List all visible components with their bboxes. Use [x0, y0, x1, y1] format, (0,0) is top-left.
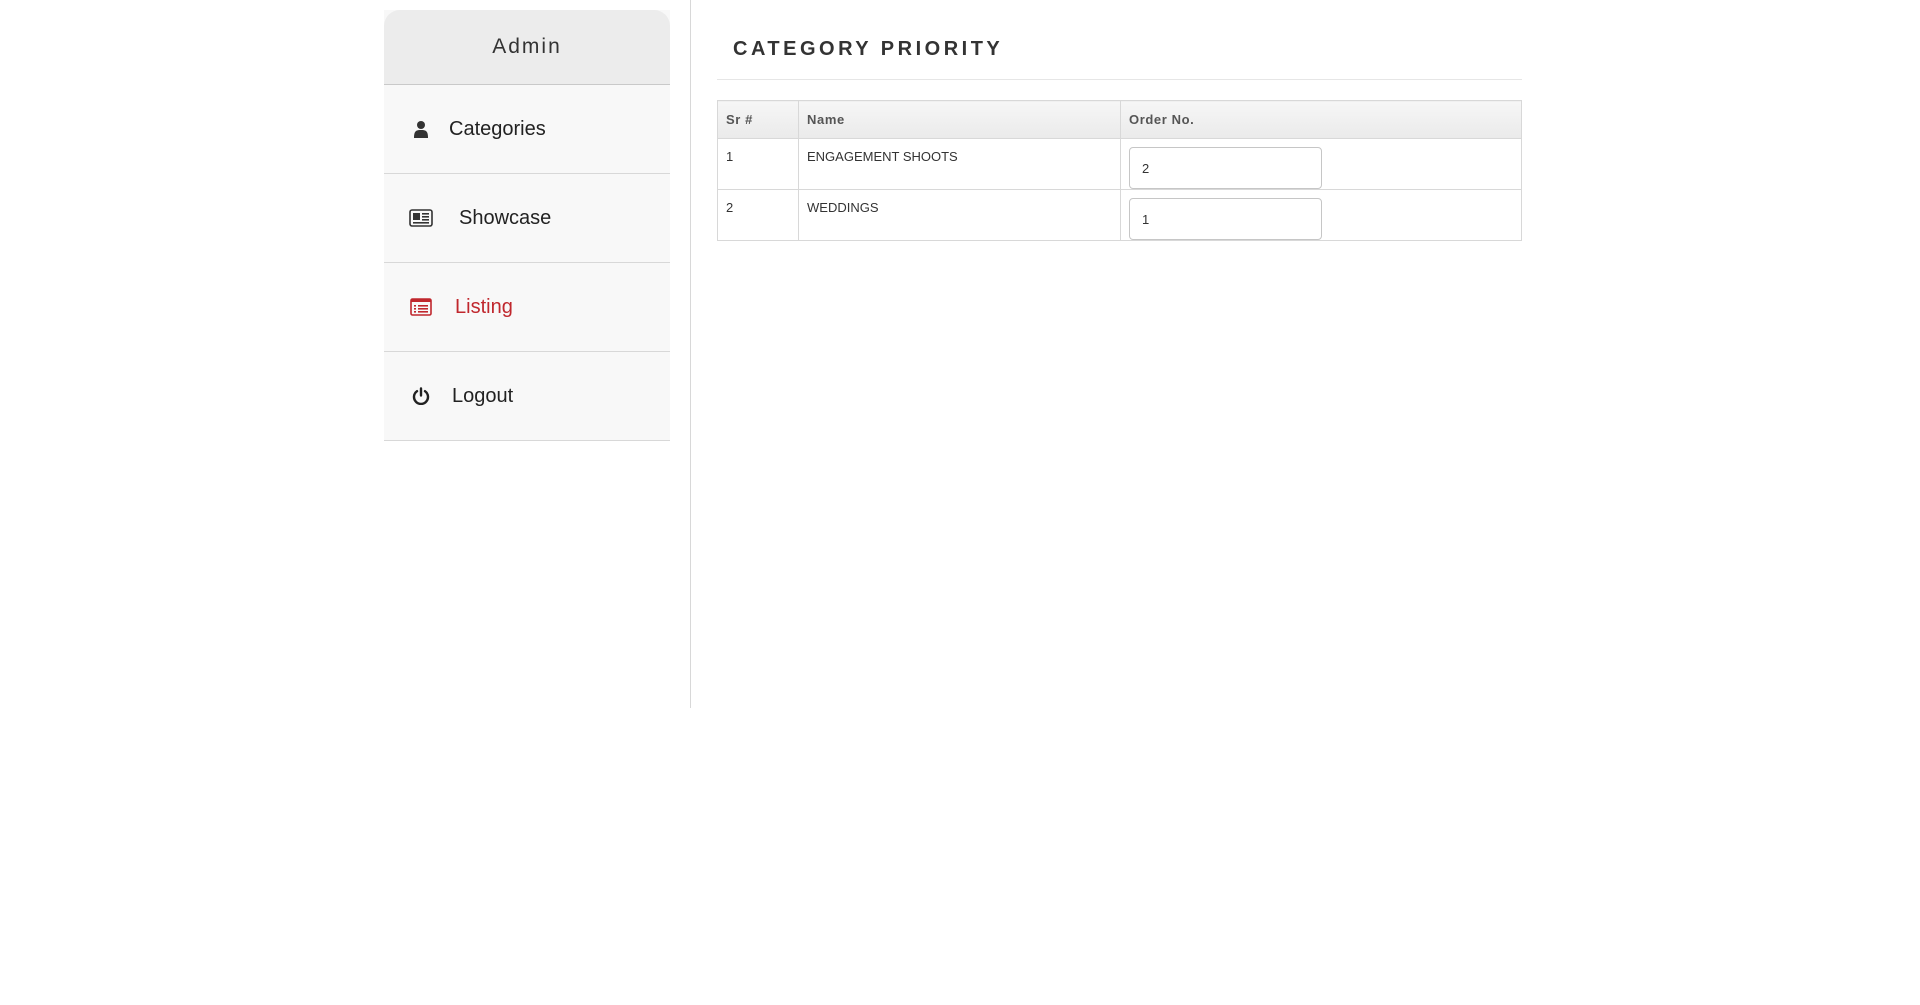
- table-row: 2 WEDDINGS: [717, 189, 1522, 241]
- list-alt-icon: [409, 295, 433, 319]
- main-content: CATEGORY PRIORITY Sr # Name Order No. 1 …: [717, 0, 1522, 241]
- page: Admin Categories Showcase Listing Logout…: [0, 0, 1920, 1005]
- order-number-input[interactable]: [1129, 198, 1322, 240]
- sidebar: Admin Categories Showcase Listing Logout: [384, 10, 670, 441]
- sidebar-item-label: Categories: [449, 117, 546, 140]
- power-icon: [409, 384, 433, 408]
- column-header-sr: Sr #: [717, 100, 799, 139]
- vertical-divider: [690, 0, 691, 708]
- sidebar-item-label: Listing: [455, 295, 513, 318]
- sidebar-item-logout[interactable]: Logout: [384, 352, 670, 441]
- page-title: CATEGORY PRIORITY: [717, 0, 1522, 80]
- column-header-order: Order No.: [1120, 100, 1522, 139]
- cell-order: [1120, 189, 1522, 241]
- column-header-name: Name: [798, 100, 1121, 139]
- sidebar-item-label: Logout: [452, 384, 514, 407]
- table-header-row: Sr # Name Order No.: [717, 100, 1522, 139]
- sidebar-item-showcase[interactable]: Showcase: [384, 174, 670, 263]
- sidebar-title: Admin: [384, 10, 670, 85]
- sidebar-item-listing[interactable]: Listing: [384, 263, 670, 352]
- newspaper-icon: [409, 206, 433, 230]
- cell-name: ENGAGEMENT SHOOTS: [798, 138, 1121, 190]
- table-row: 1 ENGAGEMENT SHOOTS: [717, 138, 1522, 190]
- cell-name: WEDDINGS: [798, 189, 1121, 241]
- sidebar-item-categories[interactable]: Categories: [384, 85, 670, 174]
- order-number-input[interactable]: [1129, 147, 1322, 189]
- cell-sr: 2: [717, 189, 799, 241]
- user-icon: [409, 117, 433, 141]
- sidebar-item-label: Showcase: [459, 206, 552, 229]
- cell-order: [1120, 138, 1522, 190]
- cell-sr: 1: [717, 138, 799, 190]
- category-priority-table: Sr # Name Order No. 1 ENGAGEMENT SHOOTS …: [717, 100, 1522, 241]
